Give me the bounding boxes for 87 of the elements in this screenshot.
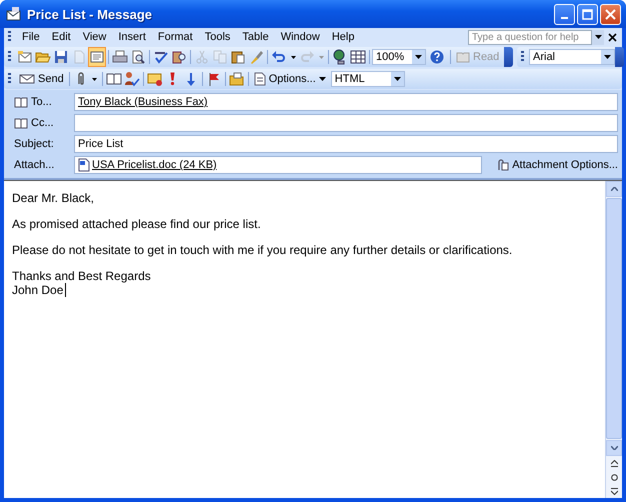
menu-item[interactable]: Format — [152, 31, 199, 43]
input-field[interactable]: Price List — [74, 135, 618, 153]
research-icon — [171, 49, 187, 65]
vertical-scrollbar[interactable] — [605, 181, 622, 498]
dropdown-arrow-icon — [318, 77, 326, 81]
dropdown-arrow-icon — [92, 78, 98, 80]
check-names-button[interactable] — [122, 69, 141, 89]
document-icon — [89, 49, 105, 65]
dropdown-arrow-icon — [594, 35, 602, 39]
menu-item[interactable]: View — [76, 31, 112, 43]
menu-item[interactable]: File — [16, 31, 46, 43]
attachment-link[interactable]: USA Pricelist.doc (24 KB) — [92, 159, 217, 171]
field-value: Tony Black (Business Fax) — [78, 96, 208, 108]
print-preview-icon — [130, 49, 146, 65]
book-icon — [14, 118, 28, 128]
table-icon — [350, 49, 366, 65]
body-text: John Doe — [12, 283, 64, 297]
toolbar-button[interactable] — [88, 47, 106, 67]
field-value: Price List — [78, 138, 124, 150]
field-label: Subject: — [13, 138, 55, 150]
menu-item[interactable]: Table — [236, 31, 275, 43]
address-button[interactable]: To... — [8, 93, 74, 111]
help-dropdown-button[interactable] — [592, 30, 604, 44]
redo-icon — [299, 49, 315, 65]
menu-item[interactable]: Window — [274, 31, 326, 43]
dropdown-arrow-icon — [394, 77, 401, 81]
down-arrow-icon — [610, 488, 618, 494]
menu-item[interactable]: Tools — [198, 31, 236, 43]
up-arrow-icon — [610, 460, 618, 466]
clipboard-icon — [230, 49, 246, 65]
help-icon[interactable] — [430, 50, 444, 64]
help-search-field[interactable]: Type a question for help — [468, 30, 592, 44]
envelope-icon — [146, 71, 163, 87]
book-icon — [106, 71, 122, 87]
scroll-down-button[interactable] — [606, 440, 622, 456]
save-icon — [53, 49, 69, 65]
options-button[interactable]: Options... — [250, 69, 329, 89]
page-icon — [254, 72, 266, 86]
dropdown-arrow-icon — [415, 55, 422, 59]
printer-icon — [112, 49, 128, 65]
envelope-icon — [19, 74, 35, 84]
message-icon — [6, 6, 22, 22]
person-check-icon — [124, 71, 140, 87]
dropdown-arrow-icon — [290, 56, 296, 58]
scroll-thumb[interactable] — [606, 198, 622, 439]
circle-icon — [610, 474, 618, 480]
attachment-field[interactable]: USA Pricelist.doc (24 KB) — [74, 156, 482, 174]
attachment-options-button[interactable]: Attachment Options... — [490, 158, 618, 172]
close-icon[interactable] — [608, 32, 617, 42]
input-field[interactable]: Tony Black (Business Fax) — [74, 93, 618, 111]
body-text: Please do not hesitate to get in touch with me if you require any further details or clarifications. — [12, 243, 512, 257]
close-icon — [605, 8, 616, 20]
dropdown-arrow-icon — [604, 55, 611, 59]
zoom-combo[interactable]: 100% — [372, 49, 426, 65]
spelling-check-icon — [153, 49, 169, 65]
folder-icon — [228, 71, 245, 87]
body-text: Thanks and Best Regards — [12, 269, 151, 283]
menu-item[interactable]: Insert — [112, 31, 152, 43]
minimize-button[interactable] — [554, 4, 575, 24]
close-button[interactable] — [600, 4, 621, 24]
send-button[interactable]: Send — [16, 69, 67, 89]
new-mail-icon — [17, 49, 33, 65]
body-text: Dear Mr. Black, — [12, 191, 94, 205]
scissors-icon — [194, 49, 210, 65]
format-combo[interactable]: HTML — [330, 71, 405, 87]
input-field[interactable] — [74, 114, 618, 132]
paintbrush-icon — [248, 49, 264, 65]
book-icon — [14, 96, 28, 108]
maximize-icon — [582, 8, 593, 20]
exclamation-icon — [170, 72, 176, 86]
scroll-up-button[interactable] — [606, 181, 622, 197]
maximize-button[interactable] — [577, 4, 598, 24]
book-icon — [456, 51, 470, 63]
toolbar-options-button[interactable] — [504, 47, 513, 67]
attach-label: Attach... — [13, 159, 56, 171]
dropdown-arrow-icon — [318, 56, 324, 58]
window-title: Price List - Message — [27, 6, 153, 22]
address-button[interactable]: Cc... — [8, 114, 74, 132]
menu-item[interactable]: Edit — [46, 31, 77, 43]
menu-item[interactable]: Help — [326, 31, 360, 43]
copy-icon — [212, 49, 228, 65]
text-cursor — [65, 283, 66, 297]
minimize-icon — [561, 16, 568, 18]
body-text: As promised attached please find our price list. — [12, 217, 261, 231]
font-combo[interactable]: Arial — [529, 49, 615, 65]
undo-icon — [271, 49, 287, 65]
document-icon — [78, 158, 90, 172]
